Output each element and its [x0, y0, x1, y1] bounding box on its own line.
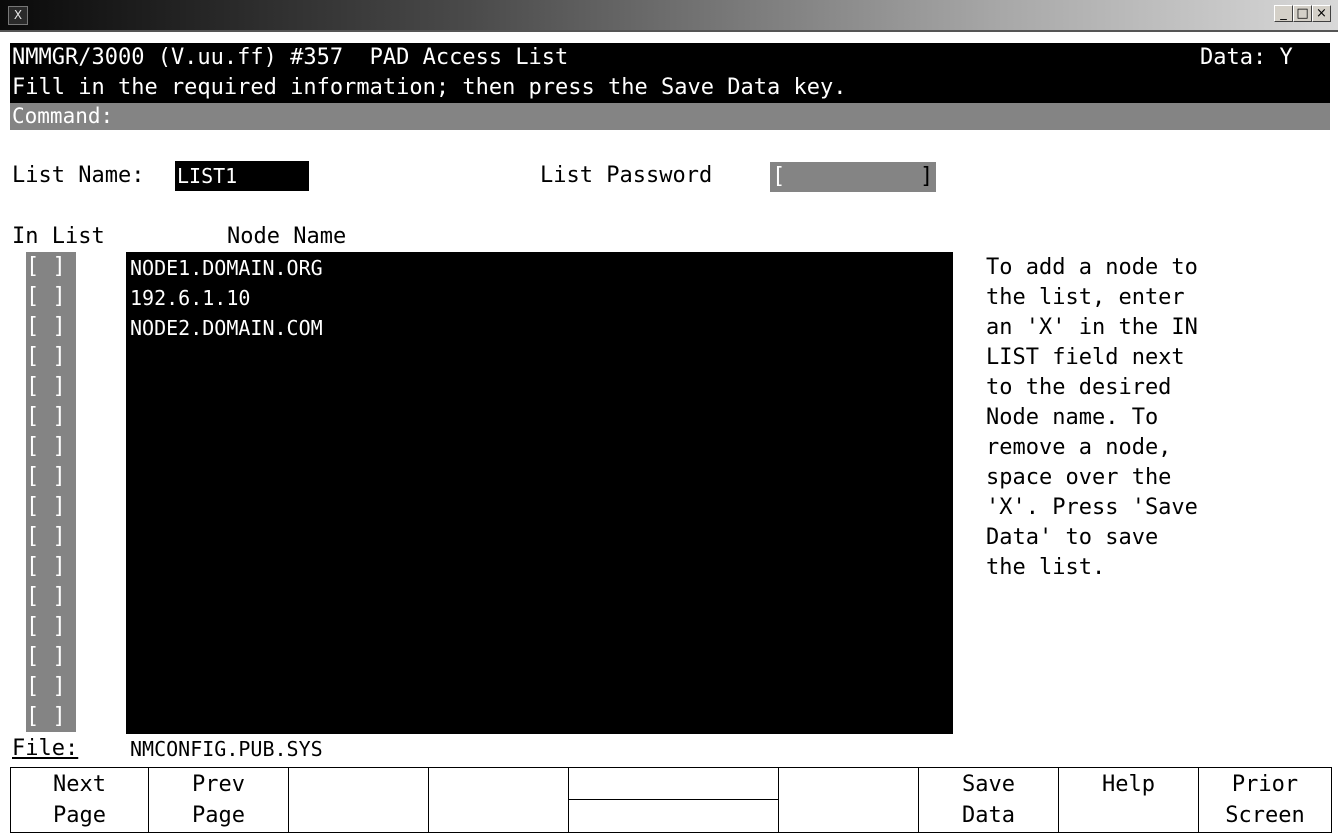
in-list-checkbox[interactable]: [ ]	[26, 642, 76, 672]
node-name-entry[interactable]: NODE1.DOMAIN.ORG	[130, 253, 323, 283]
maximize-button[interactable]: □	[1293, 5, 1312, 22]
list-name-field[interactable]: LIST1	[175, 161, 309, 191]
password-open-bracket: [	[772, 164, 786, 189]
in-list-checkbox[interactable]: [ ]	[26, 582, 76, 612]
in-list-checkbox[interactable]: [ ]	[26, 522, 76, 552]
node-name-entry[interactable]: 192.6.1.10	[130, 283, 250, 313]
fkey-next-page[interactable]: Next Page	[11, 768, 149, 832]
in-list-checkbox[interactable]: [ ]	[26, 342, 76, 372]
function-key-bar: Next Page Prev Page Save Data Help Prior Scr…	[10, 767, 1332, 833]
screen-title: NMMGR/3000 (V.uu.ff) #357 PAD Access Lis…	[12, 45, 569, 70]
instruction-bar: Fill in the required information; then p…	[10, 73, 1330, 103]
in-list-checkbox[interactable]: [ ]	[26, 432, 76, 462]
fkey-empty-3[interactable]	[289, 768, 429, 832]
list-password-label: List Password	[540, 163, 713, 188]
window-title-bar: X _ □ ×	[0, 0, 1338, 32]
file-value: NMCONFIG.PUB.SYS	[130, 737, 323, 761]
fkey-prev-page[interactable]: Prev Page	[149, 768, 289, 832]
fkey-help[interactable]: Help	[1059, 768, 1199, 832]
in-list-checkbox[interactable]: [ ]	[26, 492, 76, 522]
fkey-save-data[interactable]: Save Data	[919, 768, 1059, 832]
list-name-label: List Name:	[12, 163, 145, 188]
in-list-checkbox[interactable]: [ ]	[26, 552, 76, 582]
command-input[interactable]: Command:	[10, 103, 1330, 130]
in-list-checkbox[interactable]: [ ]	[26, 672, 76, 702]
in-list-checkbox[interactable]: [ ]	[26, 612, 76, 642]
fkey-empty-6[interactable]	[779, 768, 919, 832]
screen-title-bar: NMMGR/3000 (V.uu.ff) #357 PAD Access Lis…	[10, 43, 1330, 73]
node-name-entry[interactable]: NODE2.DOMAIN.COM	[130, 313, 323, 343]
fkey-divider	[569, 799, 778, 800]
minimize-button[interactable]: _	[1274, 5, 1293, 22]
in-list-checkbox[interactable]: [ ]	[26, 252, 76, 282]
in-list-checkbox[interactable]: [ ]	[26, 312, 76, 342]
in-list-checkbox[interactable]: [ ]	[26, 282, 76, 312]
fkey-empty-5[interactable]	[569, 768, 779, 832]
in-list-header: In List	[12, 224, 105, 249]
file-label: File:	[12, 736, 79, 761]
command-label: Command:	[12, 104, 114, 128]
in-list-checkbox[interactable]: [ ]	[26, 462, 76, 492]
password-close-bracket: ]	[920, 164, 934, 189]
in-list-checkbox[interactable]: [ ]	[26, 372, 76, 402]
in-list-checkbox[interactable]: [ ]	[26, 702, 76, 732]
help-text: To add a node to the list, enter an 'X' …	[986, 255, 1198, 580]
in-list-checkbox[interactable]: [ ]	[26, 402, 76, 432]
x-window-icon[interactable]: X	[8, 6, 28, 25]
node-name-header: Node Name	[227, 224, 347, 249]
fkey-prior-screen[interactable]: Prior Screen	[1199, 768, 1331, 832]
data-flag: Data: Y	[1200, 45, 1293, 70]
instruction-text: Fill in the required information; then p…	[12, 75, 847, 100]
list-password-field[interactable]: [ ]	[770, 162, 936, 192]
fkey-empty-4[interactable]	[429, 768, 569, 832]
close-button[interactable]: ×	[1312, 5, 1331, 22]
